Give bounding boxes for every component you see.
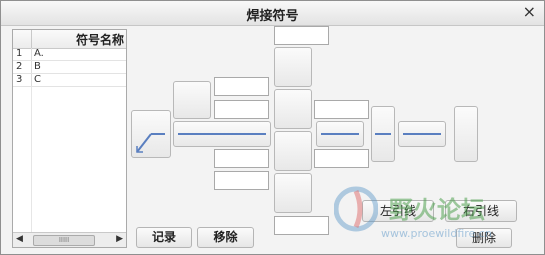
row-name: C: [34, 74, 41, 85]
symbol-slot-top-1[interactable]: [274, 47, 312, 87]
row-name: B: [34, 61, 41, 72]
lower-right-input[interactable]: [314, 149, 369, 168]
remove-button[interactable]: 移除: [197, 227, 254, 248]
reference-line-button[interactable]: [173, 121, 271, 147]
weld-symbol-dialog: 焊接符号 × 符号名称 1 A. 2 B 3 C ◀ IIIII ▶ 记录 移除…: [0, 0, 545, 255]
close-icon[interactable]: ×: [523, 3, 536, 21]
bottom-center-input[interactable]: [274, 216, 329, 235]
reference-line-icon: [321, 133, 359, 135]
index-column-header: [13, 30, 32, 48]
symbol-slot-bottom-2[interactable]: [274, 173, 312, 213]
symbol-name-column-header: 符号名称: [75, 33, 124, 47]
symbol-slot-upper-left[interactable]: [173, 81, 211, 119]
tail-symbol-button[interactable]: [454, 106, 478, 162]
reference-line-icon: [403, 133, 441, 135]
leader-arrow-icon: [136, 133, 165, 153]
watermark-url: www.proewildfire.cn: [381, 227, 492, 240]
watermark-logo-icon: [334, 186, 378, 232]
table-row[interactable]: 3 C: [13, 74, 126, 87]
symbol-name-list[interactable]: 符号名称 1 A. 2 B 3 C ◀ IIIII ▶: [12, 29, 127, 248]
symbol-slot-top-2[interactable]: [274, 89, 312, 129]
upper-left-input-2[interactable]: [214, 100, 269, 119]
lower-left-input-2[interactable]: [214, 171, 269, 190]
row-index: 2: [16, 61, 23, 72]
lower-left-input-1[interactable]: [214, 149, 269, 168]
column-divider: [31, 87, 32, 232]
record-button[interactable]: 记录: [136, 227, 192, 248]
tail-line-button[interactable]: [371, 106, 395, 162]
table-row[interactable]: 1 A.: [13, 48, 126, 61]
right-reference-line-button[interactable]: [316, 121, 364, 147]
row-index: 1: [16, 48, 23, 59]
horizontal-scrollbar[interactable]: ◀ IIIII ▶: [13, 232, 126, 247]
reference-line-icon: [375, 133, 391, 135]
far-right-reference-line-button[interactable]: [398, 121, 446, 147]
title-bar: 焊接符号 ×: [1, 1, 544, 26]
dialog-title: 焊接符号: [246, 9, 299, 24]
scroll-thumb[interactable]: IIIII: [33, 235, 95, 246]
upper-left-input-1[interactable]: [214, 77, 269, 96]
table-header: 符号名称: [13, 30, 126, 49]
upper-right-input[interactable]: [314, 100, 369, 119]
arrow-side-button[interactable]: [131, 110, 171, 158]
watermark-text: 野火论坛: [389, 196, 485, 224]
top-center-input[interactable]: [274, 26, 329, 45]
row-index: 3: [16, 74, 23, 85]
scroll-right-icon[interactable]: ▶: [116, 234, 123, 244]
table-row[interactable]: 2 B: [13, 61, 126, 74]
row-name: A.: [34, 48, 44, 59]
scroll-left-icon[interactable]: ◀: [16, 234, 23, 244]
symbol-slot-bottom-1[interactable]: [274, 131, 312, 171]
reference-line-icon: [178, 133, 266, 135]
